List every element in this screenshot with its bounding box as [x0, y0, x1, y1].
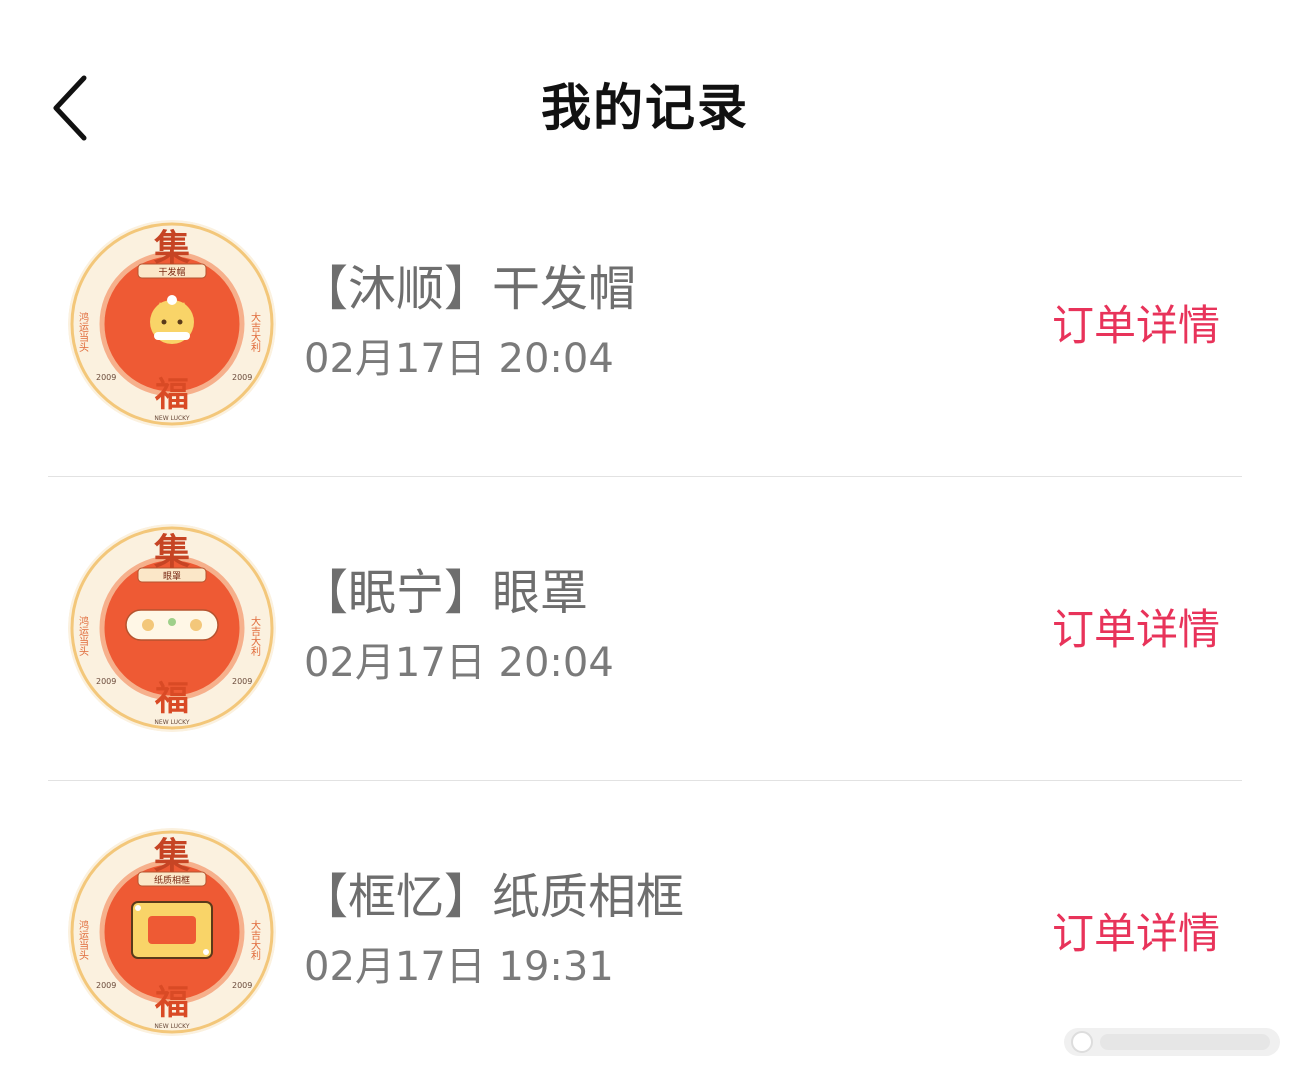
fu-card-image: 干发帽 集 福 2009 2009 NEW LUCKY 鸿运当头 大吉大利 — [68, 220, 276, 428]
thumb-bottom-char: 福 — [154, 375, 189, 415]
thumb-left-column: 鸿运当头 — [77, 919, 89, 961]
thumb-year-right: 2009 — [232, 981, 252, 990]
thumb-top-char: 集 — [153, 227, 190, 269]
thumb-right-column: 大吉大利 — [249, 919, 261, 960]
thumb-bottom-char: 福 — [154, 679, 189, 719]
thumb-right-column: 大吉大利 — [249, 311, 261, 352]
nav-bar: 我的记录 — [0, 0, 1290, 200]
thumb-year-right: 2009 — [232, 373, 252, 382]
thumb-year-left: 2009 — [96, 373, 116, 382]
order-detail-link[interactable]: 订单详情 — [1052, 908, 1220, 960]
thumb-top-char: 集 — [153, 835, 190, 877]
order-detail-link[interactable]: 订单详情 — [1052, 604, 1220, 656]
thumb-caption: NEW LUCKY — [154, 719, 189, 726]
thumb-caption: NEW LUCKY — [154, 1023, 189, 1030]
thumb-year-left: 2009 — [96, 677, 116, 686]
fu-card-thumbnail: 纸质相框 集 福 2009 2009 NEW LUCKY 鸿运当头 大吉大利 — [68, 828, 276, 1036]
thumb-year-left: 2009 — [96, 981, 116, 990]
thumb-right-column: 大吉大利 — [249, 615, 261, 656]
record-time: 02月17日 20:04 — [304, 336, 614, 382]
thumb-year-right: 2009 — [232, 677, 252, 686]
record-title: 【沐顺】干发帽 — [300, 261, 637, 317]
order-detail-link[interactable]: 订单详情 — [1052, 300, 1220, 352]
fu-card-thumbnail: 干发帽 集 福 2009 2009 NEW LUCKY 鸿运当头 大吉大利 — [68, 220, 276, 428]
record-time: 02月17日 19:31 — [304, 944, 614, 990]
page-title: 我的记录 — [541, 79, 749, 137]
record-time: 02月17日 20:04 — [304, 640, 614, 686]
record-title: 【框忆】纸质相框 — [300, 869, 685, 925]
record-list: 干发帽 集 福 2009 2009 NEW LUCKY 鸿运当头 大吉大利 【沐… — [0, 172, 1290, 1073]
record-title: 【眠宁】眼罩 — [300, 565, 589, 621]
thumb-bottom-char: 福 — [154, 983, 189, 1023]
thumb-left-column: 鸿运当头 — [77, 615, 89, 657]
thumb-caption: NEW LUCKY — [154, 415, 189, 422]
fu-card-image: 眼罩 集 福 2009 2009 NEW LUCKY 鸿运当头 大吉大利 — [68, 524, 276, 732]
thumb-left-column: 鸿运当头 — [77, 311, 89, 353]
watermark-icon — [1064, 1028, 1280, 1056]
record-row: 眼罩 集 福 2009 2009 NEW LUCKY 鸿运当头 大吉大利 【眠宁… — [0, 476, 1290, 780]
fu-card-image: 纸质相框 集 福 2009 2009 NEW LUCKY 鸿运当头 大吉大利 — [68, 828, 276, 1036]
record-row: 干发帽 集 福 2009 2009 NEW LUCKY 鸿运当头 大吉大利 【沐… — [0, 172, 1290, 476]
fu-card-thumbnail: 眼罩 集 福 2009 2009 NEW LUCKY 鸿运当头 大吉大利 — [68, 524, 276, 732]
thumb-top-char: 集 — [153, 531, 190, 573]
